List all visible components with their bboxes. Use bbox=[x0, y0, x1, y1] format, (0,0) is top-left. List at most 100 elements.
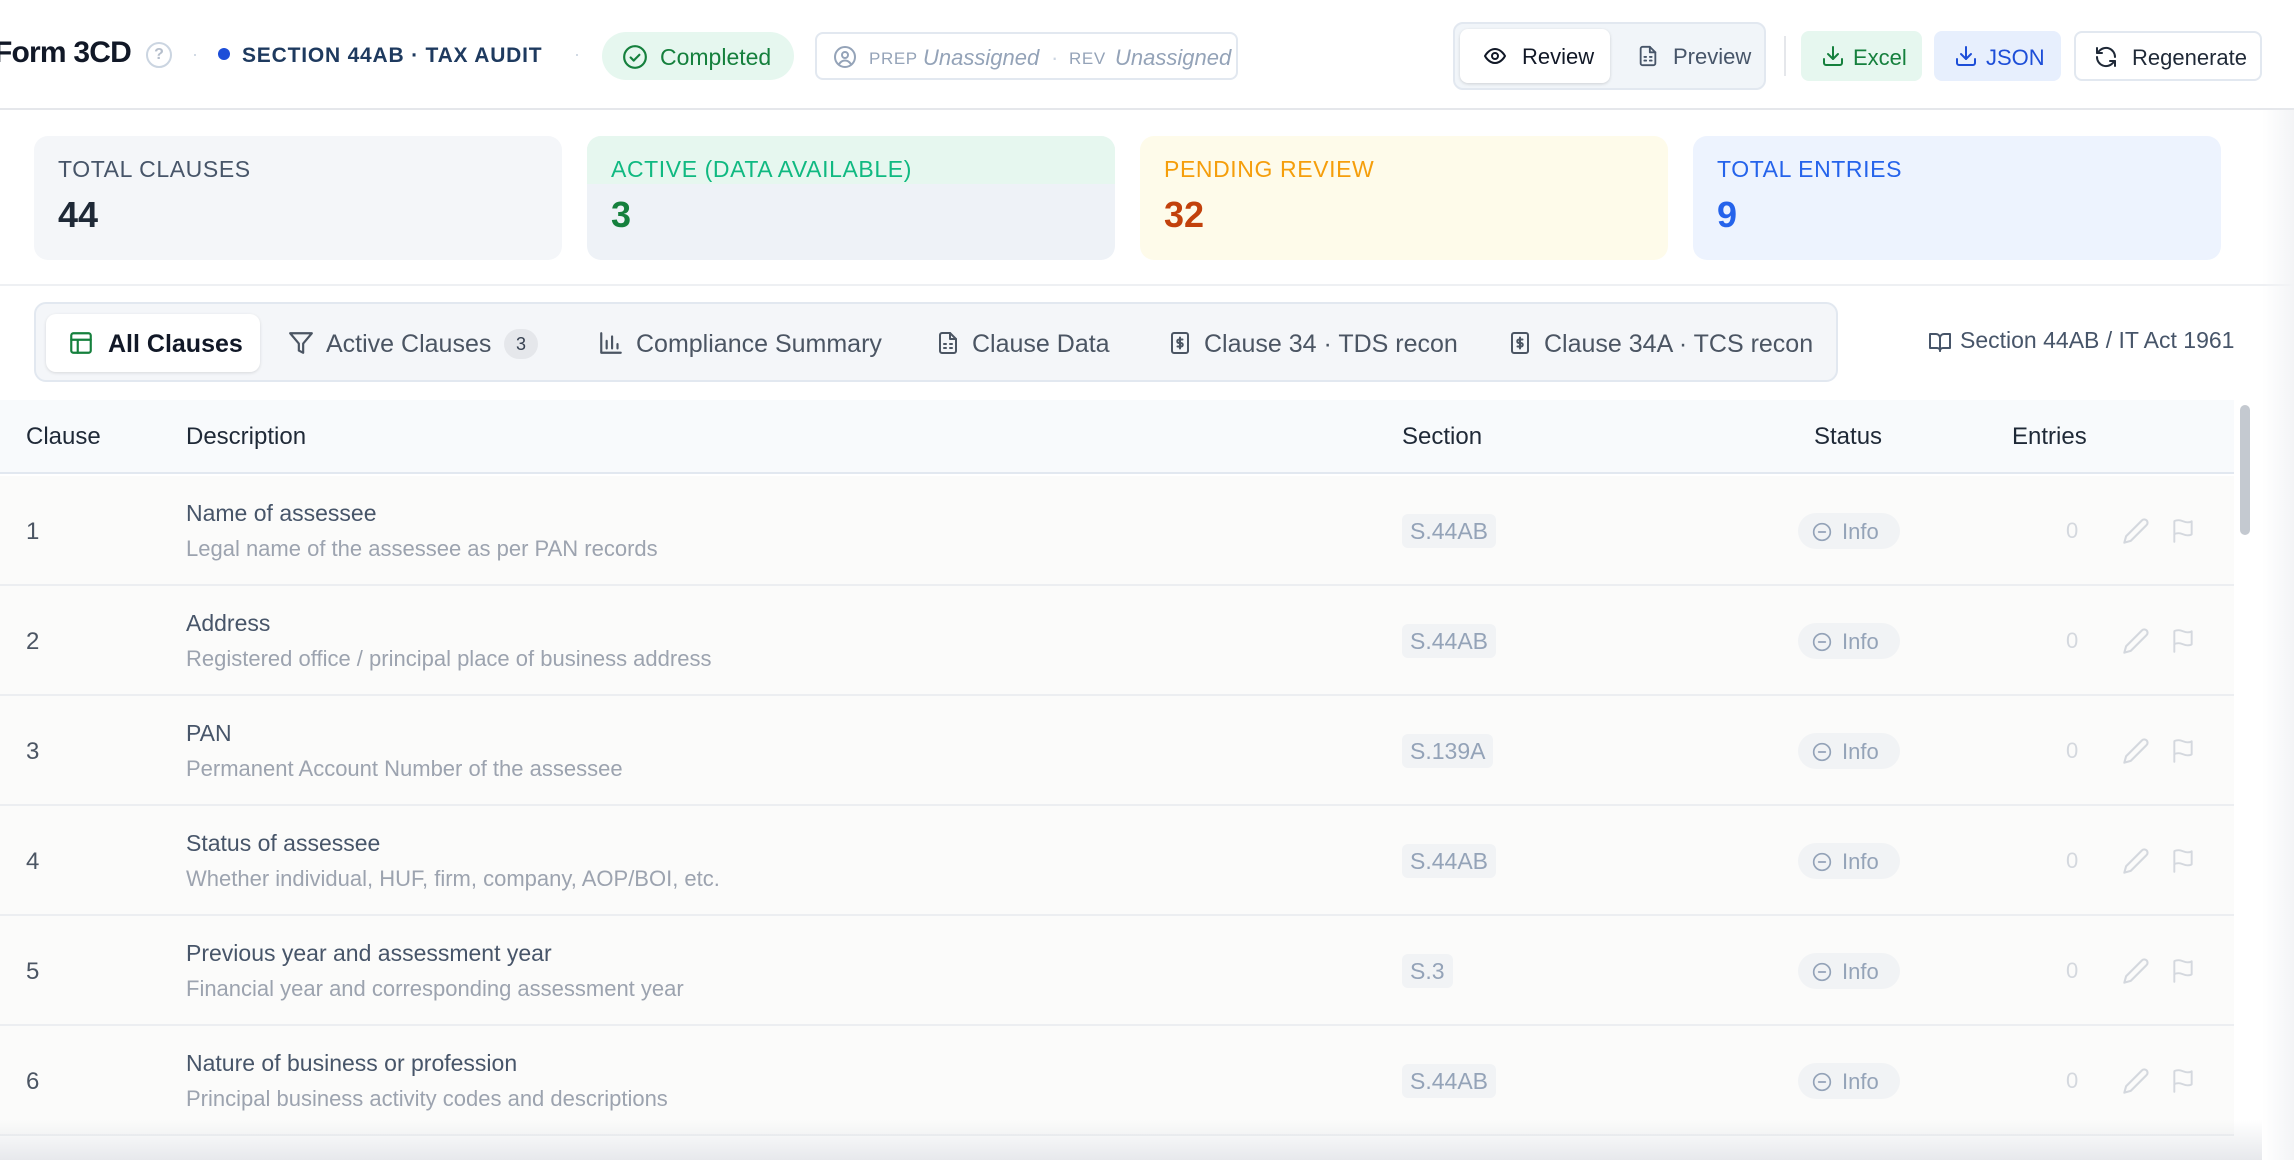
status-badge: Info bbox=[1798, 513, 1900, 549]
preview-label: Preview bbox=[1673, 44, 1752, 69]
scrollbar-thumb[interactable] bbox=[2240, 405, 2250, 535]
stat-label: PENDING REVIEW bbox=[1164, 156, 1375, 182]
status-text: Completed bbox=[660, 44, 772, 70]
table-row[interactable]: 2 Address Registered office / principal pl… bbox=[0, 586, 2234, 696]
tab-label: Clause 34A · TCS recon bbox=[1544, 330, 1814, 358]
bar-chart-icon bbox=[600, 332, 622, 354]
toolbar-divider bbox=[1784, 36, 1786, 76]
flag-icon[interactable] bbox=[2170, 737, 2196, 765]
check-circle-icon bbox=[623, 45, 647, 69]
edit-icon[interactable] bbox=[2122, 737, 2150, 765]
status-badge: Info bbox=[1798, 843, 1900, 879]
column-header-entries[interactable]: Entries bbox=[2012, 423, 2087, 451]
minus-circle-icon bbox=[1812, 852, 1832, 872]
tab-clause-data[interactable]: Clause Data bbox=[930, 314, 1140, 372]
status-badge: Info bbox=[1798, 623, 1900, 659]
minus-circle-icon bbox=[1812, 962, 1832, 982]
book-open-icon bbox=[1929, 333, 1951, 352]
minus-circle-icon bbox=[1812, 742, 1832, 762]
json-export-button[interactable]: JSON bbox=[1934, 31, 2061, 81]
clause-title: Address bbox=[186, 610, 271, 636]
status-text: Info bbox=[1842, 959, 1879, 984]
column-header-section[interactable]: Section bbox=[1402, 423, 1482, 451]
view-toggle: Review Preview bbox=[1453, 22, 1766, 90]
entries-count: 0 bbox=[2066, 628, 2079, 653]
clause-number: 2 bbox=[26, 628, 40, 655]
edit-icon[interactable] bbox=[2122, 517, 2150, 545]
tab-compliance-summary[interactable]: Compliance Summary bbox=[592, 314, 932, 372]
entries-count: 0 bbox=[2066, 518, 2079, 543]
reference-text: Section 44AB / IT Act 1961 bbox=[1960, 327, 2235, 353]
stat-value: 32 bbox=[1164, 194, 1205, 235]
tab-all-clauses[interactable]: All Clauses bbox=[46, 314, 260, 372]
tab-active-clauses[interactable]: Active Clauses 3 bbox=[276, 314, 596, 372]
flag-icon[interactable] bbox=[2170, 627, 2196, 655]
status-text: Info bbox=[1842, 1069, 1879, 1094]
clause-description: Legal name of the assessee as per PAN re… bbox=[186, 536, 658, 561]
clauses-table: Clause Description Section Status Entrie… bbox=[0, 400, 2234, 1160]
tab-label: All Clauses bbox=[108, 330, 243, 358]
column-header-clause[interactable]: Clause bbox=[26, 423, 101, 451]
prep-label: PREP bbox=[869, 49, 918, 68]
clause-title: Previous year and assessment year bbox=[186, 940, 552, 966]
filter-icon bbox=[289, 332, 313, 354]
review-button[interactable]: Review bbox=[1460, 29, 1610, 83]
table-row[interactable]: 1 Name of assessee Legal name of the asses… bbox=[0, 476, 2234, 586]
clause-number: 6 bbox=[26, 1068, 40, 1095]
clause-description: Registered office / principal place of b… bbox=[186, 646, 712, 671]
clause-description: Permanent Account Number of the assessee bbox=[186, 756, 623, 781]
section-dot-icon bbox=[218, 48, 230, 60]
status-text: Info bbox=[1842, 629, 1879, 654]
flag-icon[interactable] bbox=[2170, 847, 2196, 875]
regenerate-button[interactable]: Regenerate bbox=[2074, 31, 2262, 81]
clause-title: PAN bbox=[186, 720, 232, 746]
status-badge: Info bbox=[1798, 733, 1900, 769]
flag-icon[interactable] bbox=[2170, 1067, 2196, 1095]
excel-export-button[interactable]: Excel bbox=[1801, 31, 1922, 81]
table-row[interactable]: 3 PAN Permanent Account Number of the asse… bbox=[0, 696, 2234, 806]
clause-description: Principal business activity codes and de… bbox=[186, 1086, 668, 1111]
stat-card-total-entries: TOTAL ENTRIES 9 bbox=[1693, 136, 2221, 260]
status-text: Info bbox=[1842, 849, 1879, 874]
edit-icon[interactable] bbox=[2122, 957, 2150, 985]
review-label: Review bbox=[1522, 44, 1595, 69]
minus-circle-icon bbox=[1812, 632, 1832, 652]
divider bbox=[0, 284, 2294, 286]
stat-label: TOTAL ENTRIES bbox=[1717, 156, 1903, 182]
tab-label: Clause 34 · TDS recon bbox=[1204, 330, 1458, 358]
status-text: Info bbox=[1842, 519, 1879, 544]
tab-label: Compliance Summary bbox=[636, 330, 882, 358]
entries-count: 0 bbox=[2066, 1068, 2079, 1093]
assignment-box[interactable]: PREP Unassigned · REV Unassigned bbox=[815, 32, 1238, 80]
clause-number: 5 bbox=[26, 958, 40, 985]
column-header-description[interactable]: Description bbox=[186, 423, 306, 451]
section-badge: S.44AB bbox=[1402, 844, 1496, 878]
form-title: Form 3CD bbox=[0, 36, 132, 69]
stat-value: 44 bbox=[58, 194, 99, 235]
stat-card-total-clauses: TOTAL CLAUSES 44 bbox=[34, 136, 562, 260]
status-text: Info bbox=[1842, 739, 1879, 764]
edit-icon[interactable] bbox=[2122, 847, 2150, 875]
flag-icon[interactable] bbox=[2170, 517, 2196, 545]
assign-separator: · bbox=[1051, 45, 1059, 70]
edge-shadow bbox=[2262, 110, 2294, 1160]
table-row[interactable]: 4 Status of assessee Whether individual, H… bbox=[0, 806, 2234, 916]
user-circle-icon bbox=[834, 46, 856, 68]
tab-clause-34-tds[interactable]: Clause 34 · TDS recon bbox=[1162, 314, 1482, 372]
reference-link[interactable]: Section 44AB / IT Act 1961 bbox=[1928, 327, 2234, 354]
column-header-status[interactable]: Status bbox=[1814, 423, 1882, 451]
eye-icon bbox=[1484, 48, 1506, 64]
edit-icon[interactable] bbox=[2122, 1067, 2150, 1095]
clause-title: Status of assessee bbox=[186, 830, 381, 856]
download-icon bbox=[1956, 46, 1976, 66]
table-header: Clause Description Section Status Entrie… bbox=[0, 400, 2234, 474]
section-badge: S.44AB bbox=[1402, 514, 1496, 548]
tab-clause-34a-tcs[interactable]: Clause 34A · TCS recon bbox=[1502, 314, 1832, 372]
flag-icon[interactable] bbox=[2170, 957, 2196, 985]
edit-icon[interactable] bbox=[2122, 627, 2150, 655]
preview-button[interactable]: Preview bbox=[1615, 29, 1760, 83]
table-row[interactable]: 5 Previous year and assessment year Financ… bbox=[0, 916, 2234, 1026]
help-icon[interactable]: ? bbox=[146, 42, 172, 68]
regenerate-label: Regenerate bbox=[2132, 45, 2247, 70]
rev-value: Unassigned bbox=[1115, 45, 1232, 70]
